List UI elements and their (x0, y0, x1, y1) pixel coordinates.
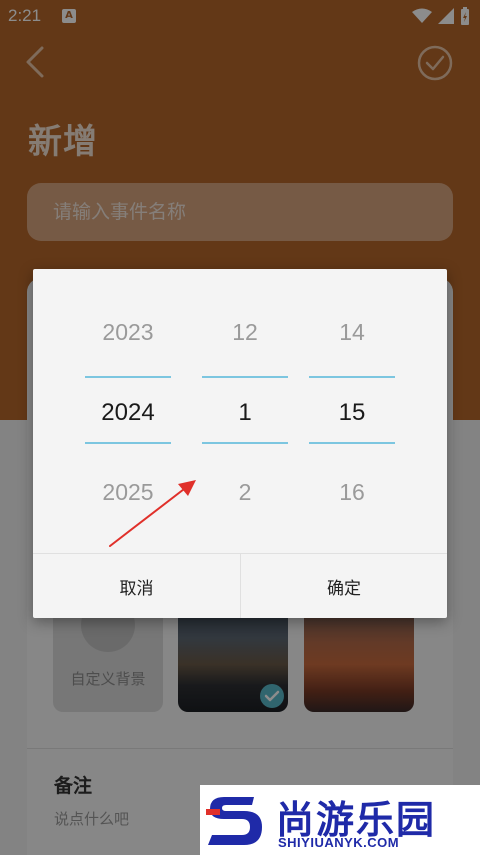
cancel-button[interactable]: 取消 (33, 554, 240, 618)
day-wheel[interactable]: 14 15 16 (309, 269, 395, 553)
day-selected[interactable]: 15 (309, 399, 395, 427)
selection-line-bottom (202, 442, 288, 444)
selection-line-top (202, 376, 288, 378)
day-next[interactable]: 16 (309, 479, 395, 506)
year-prev[interactable]: 2023 (85, 319, 171, 346)
watermark-brand-en: SHIYIUANYK.COM (278, 835, 400, 850)
selection-line-top (309, 376, 395, 378)
selection-line-bottom (309, 442, 395, 444)
dialog-buttons: 取消 确定 (33, 553, 447, 618)
selection-line-top (85, 376, 171, 378)
month-next[interactable]: 2 (202, 479, 288, 506)
month-wheel[interactable]: 12 1 2 (202, 269, 288, 553)
confirm-button[interactable]: 确定 (240, 554, 447, 618)
date-picker-dialog: 2023 2024 2025 12 1 2 14 15 16 取消 确定 (33, 269, 447, 618)
month-selected[interactable]: 1 (202, 399, 288, 427)
year-selected[interactable]: 2024 (85, 399, 171, 427)
brand-logo-icon (206, 797, 262, 845)
day-prev[interactable]: 14 (309, 319, 395, 346)
month-prev[interactable]: 12 (202, 319, 288, 346)
selection-line-bottom (85, 442, 171, 444)
watermark: 尚游乐园 SHIYIUANYK.COM (200, 785, 480, 855)
annotation-arrow-icon (109, 480, 196, 547)
